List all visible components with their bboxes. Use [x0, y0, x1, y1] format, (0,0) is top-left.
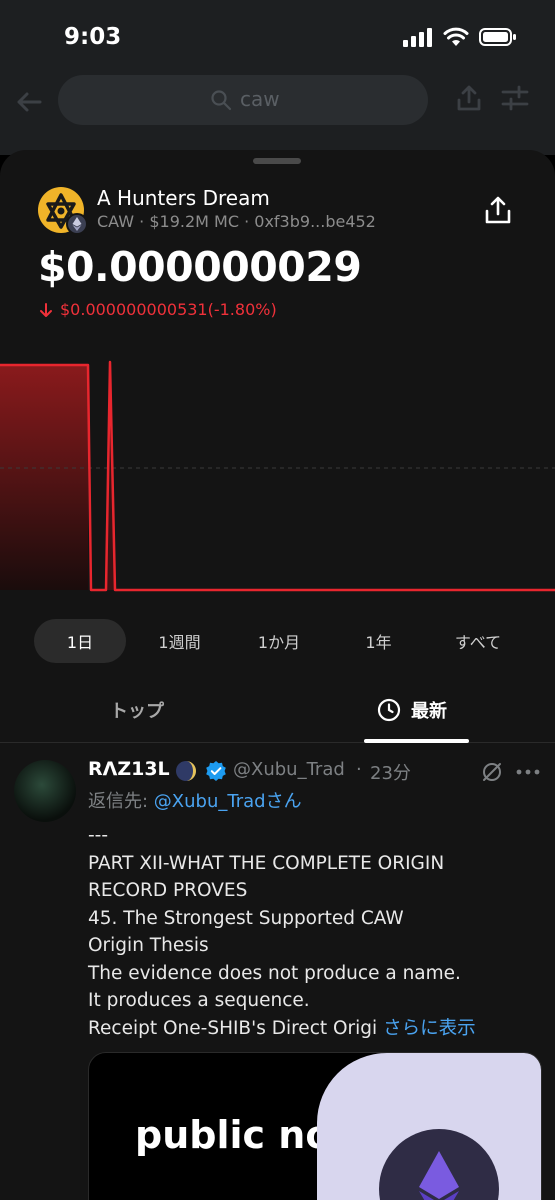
post-text-line: The evidence does not produce a name.: [88, 962, 461, 984]
post-text-line: PART XII-WHAT THE COMPLETE ORIGIN: [88, 852, 445, 874]
search-icon: [211, 90, 232, 111]
chart-area-fill: [0, 365, 88, 590]
show-more-link[interactable]: さらに表示: [383, 1018, 476, 1039]
token-symbol: CAW: [97, 212, 135, 231]
token-price: $0.000000029: [38, 243, 362, 291]
range-1m-button[interactable]: 1か月: [233, 619, 325, 663]
more-options-icon[interactable]: [516, 769, 540, 775]
tab-top-label: トップ: [110, 701, 164, 722]
token-address[interactable]: 0xf3b9...be452: [254, 212, 376, 231]
reply-to-prefix: 返信先:: [88, 791, 154, 812]
token-market-cap: $19.2M MC: [149, 212, 239, 231]
post-media-image[interactable]: public node: [88, 1052, 542, 1200]
grok-icon[interactable]: [481, 761, 503, 783]
signal-icon: [403, 28, 432, 47]
ethereum-icon: [72, 217, 82, 231]
share-icon[interactable]: [454, 83, 484, 113]
sheet-handle[interactable]: [253, 158, 301, 164]
post-text-line: 45. The Strongest Supported CAW: [88, 907, 404, 929]
status-time: 9:03: [64, 24, 122, 50]
meta-separator: ·: [139, 212, 150, 231]
time-range-selector: 1日 1週間 1か月 1年 すべて: [34, 619, 524, 663]
avatar[interactable]: [14, 760, 76, 822]
down-arrow-icon: [40, 302, 52, 317]
token-sheet: A Hunters Dream CAW · $19.2M MC · 0xf3b9…: [0, 150, 555, 1200]
tab-latest[interactable]: 最新: [377, 697, 447, 723]
battery-icon: [479, 28, 516, 46]
meta-separator: ·: [244, 212, 255, 231]
price-change: $0.000000000531(-1.80%): [38, 300, 277, 319]
moon-emoji-icon: [176, 761, 196, 781]
post-text: --- PART XII-WHAT THE COMPLETE ORIGIN RE…: [88, 822, 528, 1042]
post-author-name[interactable]: RΛZ13L: [88, 758, 170, 780]
active-tab-indicator: [364, 739, 469, 743]
tab-latest-label: 最新: [411, 701, 447, 722]
feed-tabs: トップ 最新: [0, 685, 555, 743]
post-text-line: ---: [88, 825, 109, 846]
filter-icon[interactable]: [500, 83, 530, 113]
wifi-icon: [443, 27, 469, 46]
verified-badge-icon: [206, 761, 226, 781]
search-input[interactable]: caw: [58, 75, 428, 125]
ethereum-chain-badge: [66, 213, 88, 235]
clock-icon: [377, 698, 401, 722]
back-arrow-icon[interactable]: [14, 87, 44, 117]
status-icons: [403, 27, 517, 47]
range-1d-button[interactable]: 1日: [34, 619, 126, 663]
range-1y-button[interactable]: 1年: [333, 619, 425, 663]
tab-top[interactable]: トップ: [110, 697, 164, 723]
share-token-icon[interactable]: [483, 195, 513, 225]
search-header: caw: [0, 75, 555, 155]
reply-mention-link[interactable]: @Xubu_Tradさん: [154, 791, 302, 812]
post-text-line-last: Receipt One-SHIB's Direct Origi さらに表示: [88, 1015, 528, 1043]
price-chart[interactable]: [0, 350, 555, 610]
ethereum-logo-circle: [379, 1129, 499, 1200]
reply-to-line: 返信先: @Xubu_Tradさん: [88, 787, 302, 813]
post-timestamp: 23分: [370, 763, 411, 784]
post-text-line: It produces a sequence.: [88, 990, 310, 1011]
post-separator: ·: [356, 759, 362, 780]
token-name: A Hunters Dream: [97, 186, 270, 210]
range-1w-button[interactable]: 1週間: [134, 619, 226, 663]
post-text-truncated: Receipt One-SHIB's Direct Origi: [88, 1017, 384, 1039]
post-text-line: Origin Thesis: [88, 935, 209, 956]
ethereum-icon: [419, 1151, 459, 1200]
search-query: caw: [240, 87, 280, 111]
range-all-button[interactable]: すべて: [432, 619, 524, 663]
post-author-handle[interactable]: @Xubu_Trad: [233, 759, 345, 780]
post-text-line: RECORD PROVES: [88, 880, 248, 901]
status-bar: 9:03: [0, 0, 555, 75]
token-meta: CAW · $19.2M MC · 0xf3b9...be452: [97, 212, 376, 231]
price-change-value: $0.000000000531(-1.80%): [60, 300, 277, 319]
